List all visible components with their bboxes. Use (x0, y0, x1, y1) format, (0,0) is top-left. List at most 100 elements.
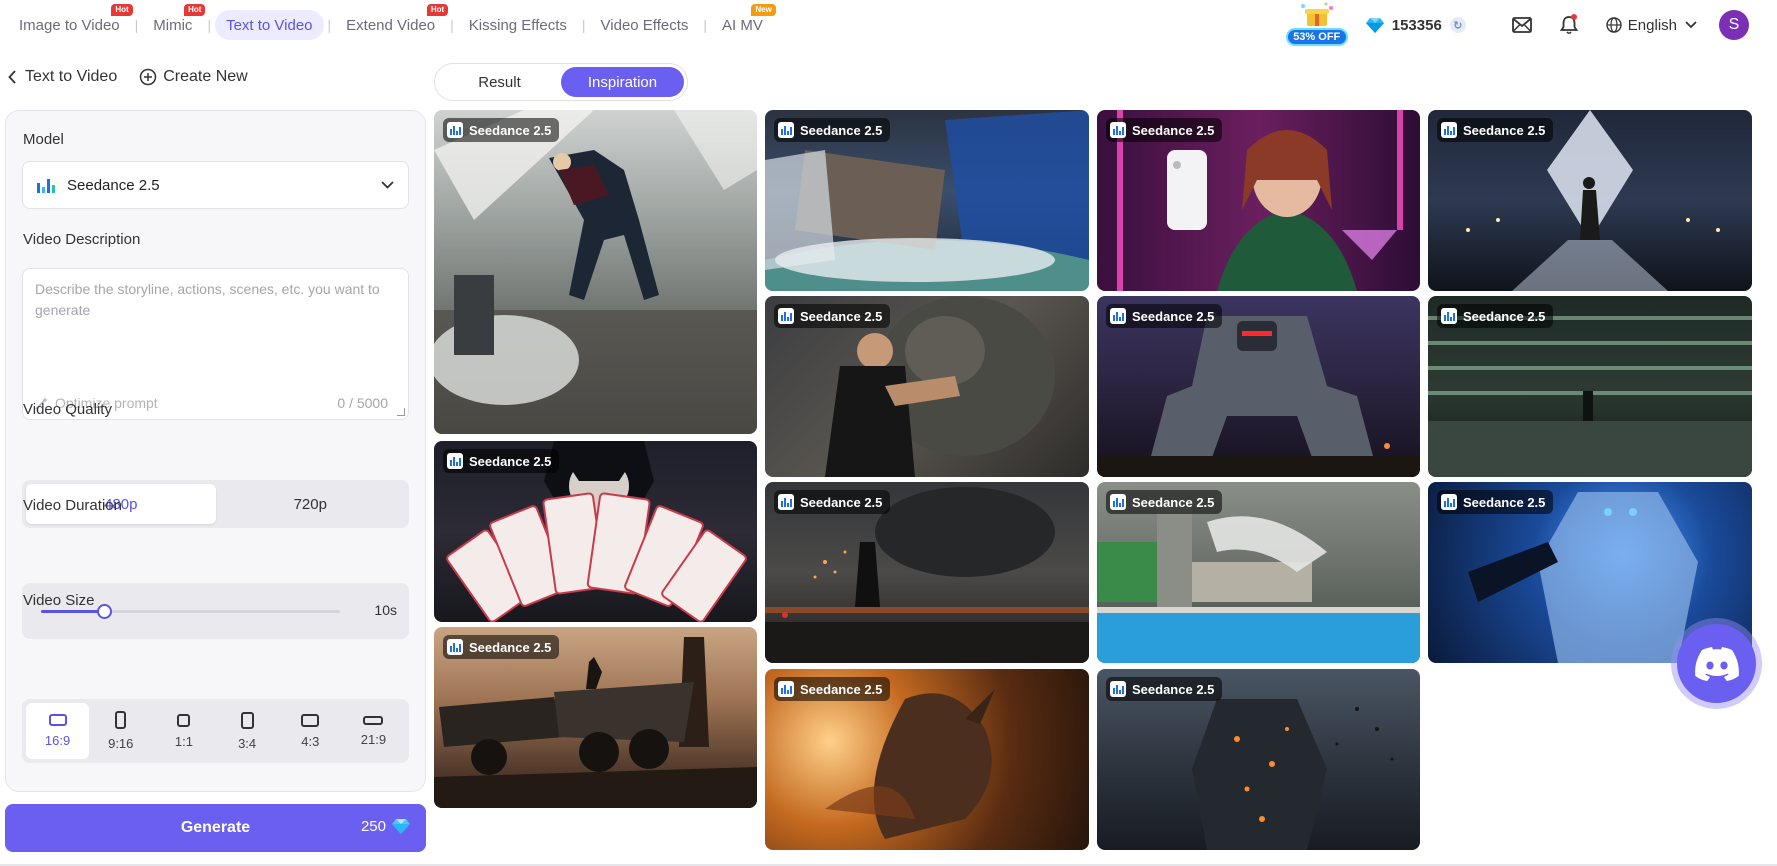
seedance-logo-icon (1110, 494, 1126, 510)
tab-label: Extend Video (346, 16, 436, 34)
duration-slider-fill (41, 610, 104, 613)
plus-circle-icon (139, 68, 157, 86)
page-header: Text to Video Create New (8, 68, 248, 86)
seedance-logo-icon (1110, 308, 1126, 324)
gallery-tile[interactable]: Seedance 2.5 (765, 669, 1089, 850)
gallery-tile[interactable]: Seedance 2.5 (1097, 669, 1420, 850)
duration-slider[interactable] (41, 604, 340, 619)
model-tag: Seedance 2.5 (443, 635, 560, 659)
refresh-icon[interactable]: ↻ (1449, 17, 1466, 33)
mail-icon[interactable] (1511, 17, 1532, 33)
gallery-tile[interactable]: Seedance 2.5 (1097, 296, 1420, 477)
model-tag-label: Seedance 2.5 (1132, 681, 1215, 697)
size-option-1-1[interactable]: 1:1 (152, 703, 215, 759)
size-option-21-9[interactable]: 21:9 (342, 703, 405, 759)
avatar[interactable]: S (1719, 10, 1749, 40)
model-label: Model (23, 131, 64, 148)
gallery-tile[interactable]: Seedance 2.5 (434, 110, 757, 434)
tab-mimic[interactable]: Mimic Hot (142, 4, 206, 40)
tab-result[interactable]: Result (438, 67, 561, 97)
tab-divider: | (207, 17, 212, 33)
create-new-button[interactable]: Create New (139, 68, 248, 86)
tab-text-to-video[interactable]: Text to Video (215, 10, 324, 40)
character-counter: 0 / 5000 (337, 395, 388, 411)
generate-label: Generate (180, 819, 251, 836)
generate-button[interactable]: Generate 250 (5, 804, 426, 852)
discord-icon (1694, 646, 1739, 681)
seedance-logo-icon (778, 681, 794, 697)
model-tag: Seedance 2.5 (443, 118, 560, 142)
tab-divider: | (134, 17, 139, 33)
discord-button[interactable] (1677, 624, 1756, 703)
size-option-9-16[interactable]: 9:16 (89, 703, 152, 759)
tab-ai-mv[interactable]: AI MV New (711, 4, 776, 40)
model-tag-label: Seedance 2.5 (800, 308, 883, 324)
duration-slider-thumb[interactable] (96, 604, 112, 619)
size-option-4-3[interactable]: 4:3 (279, 703, 342, 759)
language-selector[interactable]: English (1606, 17, 1697, 34)
tab-video-effects[interactable]: Video Effects (590, 10, 700, 40)
model-value: Seedance 2.5 (67, 176, 160, 194)
size-label: 21:9 (360, 731, 387, 747)
model-tag-label: Seedance 2.5 (1132, 494, 1215, 510)
feature-tabs: Image to Video Hot | Mimic Hot | Text to… (0, 0, 776, 50)
portrait-icon (115, 711, 127, 729)
size-label: 9:16 (108, 736, 134, 751)
gallery-tile[interactable]: Seedance 2.5 (434, 441, 757, 622)
tab-image-to-video[interactable]: Image to Video Hot (8, 4, 133, 40)
quality-option-720p[interactable]: 720p (216, 484, 406, 524)
model-tag-label: Seedance 2.5 (1132, 122, 1215, 138)
model-tag-label: Seedance 2.5 (469, 453, 552, 469)
generate-cost: 250 (361, 818, 410, 835)
language-label: English (1627, 16, 1677, 34)
gallery-tile[interactable]: Seedance 2.5 (1097, 482, 1420, 663)
model-tag: Seedance 2.5 (774, 677, 891, 701)
gallery-tile[interactable]: Seedance 2.5 (765, 482, 1089, 663)
gallery-tile[interactable]: Seedance 2.5 (1428, 110, 1752, 291)
gallery-tile[interactable]: Seedance 2.5 (1097, 110, 1420, 291)
globe-icon (1606, 17, 1622, 33)
notification-bell-icon[interactable] (1559, 14, 1578, 35)
model-tag: Seedance 2.5 (1106, 490, 1223, 514)
tab-extend-video[interactable]: Extend Video Hot (335, 4, 449, 40)
tab-inspiration[interactable]: Inspiration (561, 67, 684, 97)
credits-balance: 153356 ↻ (1365, 17, 1466, 34)
gift-icon (1300, 2, 1333, 26)
portrait-icon (240, 711, 254, 729)
model-tag: Seedance 2.5 (443, 449, 560, 473)
model-tag-label: Seedance 2.5 (1463, 494, 1546, 510)
diamond-icon (1365, 17, 1384, 33)
video-quality-label: Video Quality (23, 401, 112, 418)
tab-divider: | (327, 17, 332, 33)
tab-label: Text to Video (226, 16, 313, 34)
ultrawide-icon (363, 715, 384, 725)
size-option-3-4[interactable]: 3:4 (216, 703, 279, 759)
size-option-16-9[interactable]: 16:9 (26, 703, 90, 759)
square-icon (177, 713, 191, 727)
chevron-down-icon (381, 181, 394, 189)
model-tag: Seedance 2.5 (1437, 490, 1554, 514)
promo-discount: 53% OFF (1285, 28, 1348, 46)
description-input[interactable] (35, 279, 395, 379)
new-badge: New (751, 4, 776, 16)
tab-divider: | (581, 17, 586, 33)
promo-banner[interactable]: 53% OFF (1285, 2, 1348, 48)
result-inspiration-toggle: Result Inspiration (434, 63, 688, 101)
back-button[interactable]: Text to Video (8, 68, 117, 86)
seedance-logo-icon (37, 177, 55, 193)
model-dropdown[interactable]: Seedance 2.5 (22, 161, 409, 209)
hot-badge: Hot (184, 4, 206, 16)
video-description-label: Video Description (23, 231, 141, 248)
gallery-tile[interactable]: Seedance 2.5 (765, 296, 1089, 477)
gallery-tile[interactable]: Seedance 2.5 (765, 110, 1089, 291)
tab-label: Image to Video (19, 16, 120, 34)
gallery-tile[interactable]: Seedance 2.5 (434, 627, 757, 808)
seedance-logo-icon (1441, 122, 1457, 138)
diamond-icon (392, 819, 410, 834)
resize-handle[interactable] (397, 408, 405, 416)
tab-kissing-effects[interactable]: Kissing Effects (458, 10, 578, 40)
seedance-logo-icon (447, 122, 463, 138)
tab-label: Kissing Effects (468, 16, 567, 34)
gallery-tile[interactable]: Seedance 2.5 (1428, 296, 1752, 477)
seedance-logo-icon (778, 122, 794, 138)
